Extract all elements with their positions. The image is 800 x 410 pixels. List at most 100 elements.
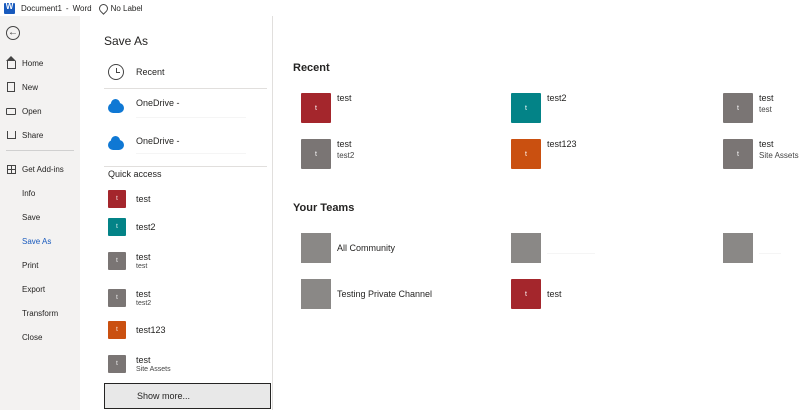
quick-access-sub: test2 [136,299,152,307]
redacted-account [136,146,246,154]
quick-access-item[interactable]: t test test [108,250,268,272]
quick-access-item[interactable]: t test2 [108,216,268,238]
onedrive-cloud-icon [108,99,124,113]
site-tile-icon: t [511,93,541,123]
location-onedrive-1[interactable]: OneDrive - [108,98,246,118]
back-arrow-icon[interactable]: ← [6,26,20,40]
quick-access-name: test [136,354,151,365]
team-tile-icon: t [511,279,541,309]
nav-item-label: Print [22,260,39,270]
nav-item-share[interactable]: Share [0,124,80,146]
nav-item-open[interactable]: Open [0,100,80,122]
nav-item-label: Save As [22,236,52,246]
nav-item-home[interactable]: Home [0,52,80,74]
quick-access-sub: Site Assets [136,365,171,373]
nav-item-label: Get Add-ins [22,164,64,174]
location-label: OneDrive - [136,136,180,146]
location-label: Recent [136,67,165,77]
site-tile-icon: t [108,289,126,307]
recent-item[interactable]: t test [301,93,352,123]
home-icon [5,55,16,69]
share-icon [6,130,16,140]
quick-access-title: Quick access [108,169,162,179]
location-label: OneDrive - [136,98,180,108]
location-onedrive-2[interactable]: OneDrive - [108,136,246,154]
team-tile-icon [301,233,331,263]
site-tile-icon: t [301,139,331,169]
location-divider [104,166,267,167]
show-more-button[interactable]: Show more... [104,383,271,409]
quick-access-item[interactable]: t test Site Assets [108,353,268,375]
title-separator: - [65,3,69,13]
onedrive-cloud-icon [108,136,124,150]
recent-item-name: test [759,93,774,103]
sensitivity-label-icon[interactable] [96,1,110,15]
quick-access-item[interactable]: t test123 [108,319,268,341]
recent-item-sub: Site Assets [759,151,799,160]
recent-item-name: test [759,139,774,149]
nav-item-get-add-ins[interactable]: Get Add-ins [0,158,80,180]
nav-item-label: Open [22,106,42,116]
redacted-account [136,108,246,118]
grid-icon [6,164,16,174]
nav-item-save-as[interactable]: Save As [0,230,80,252]
redacted-team-name [547,242,595,254]
nav-item-new[interactable]: New [0,76,80,98]
team-item[interactable]: All Community [301,233,395,263]
recent-item[interactable]: t test test [723,93,774,123]
recent-item-name: test123 [547,139,577,149]
backstage-nav: ← Home New Open Share Get Add-ins Info S… [0,16,80,410]
nav-item-label: Save [22,212,41,222]
quick-access-item[interactable]: t test test2 [108,287,268,309]
recent-item-name: test2 [547,93,567,103]
nav-item-label: Info [22,188,36,198]
recent-item[interactable]: t test test2 [301,139,354,169]
new-doc-icon [6,82,16,92]
nav-item-label: Share [22,130,44,140]
site-tile-icon: t [723,139,753,169]
sensitivity-label[interactable]: No Label [111,4,143,13]
site-tile-icon: t [108,355,126,373]
word-app-icon [4,2,15,14]
team-item[interactable] [511,233,595,263]
site-tile-icon: t [511,139,541,169]
clock-icon [108,64,124,80]
recent-item-sub: test [759,105,772,114]
nav-item-save[interactable]: Save [0,206,80,228]
recent-item[interactable]: t test Site Assets [723,139,799,169]
team-item[interactable]: Testing Private Channel [301,279,432,309]
team-item[interactable] [723,233,781,263]
nav-item-print[interactable]: Print [0,254,80,276]
folder-icon [6,106,16,116]
site-tile-icon: t [108,190,126,208]
location-recent[interactable]: Recent [108,64,165,80]
team-name: Testing Private Channel [337,289,433,299]
nav-item-label: Export [22,284,46,294]
recent-item[interactable]: t test123 [511,139,577,169]
nav-item-label: Close [22,332,43,342]
nav-item-label: Home [22,58,44,68]
team-name: test [547,289,562,299]
nav-item-transform[interactable]: Transform [0,302,80,324]
nav-item-close[interactable]: Close [0,326,80,348]
quick-access-name: test [136,194,151,204]
recent-item-sub: test2 [337,151,355,160]
recent-item-name: test [337,139,352,149]
nav-item-export[interactable]: Export [0,278,80,300]
teams-section-title: Your Teams [293,202,355,214]
team-item[interactable]: t test [511,279,562,309]
team-name: All Community [337,243,396,253]
recent-item[interactable]: t test2 [511,93,567,123]
title-bar: Document1 - Word No Label [0,0,800,16]
quick-access-name: test123 [136,325,166,335]
app-name: Word [72,3,92,13]
nav-item-label: New [22,82,39,92]
nav-item-info[interactable]: Info [0,182,80,204]
quick-access-name: test [136,288,151,299]
site-tile-icon: t [108,321,126,339]
quick-access-item[interactable]: t test [108,188,268,210]
recent-content-pane: Recent t test t test2 t test test t test… [273,16,800,410]
site-tile-icon: t [723,93,753,123]
quick-access-sub: test [136,262,148,270]
site-tile-icon: t [108,218,126,236]
